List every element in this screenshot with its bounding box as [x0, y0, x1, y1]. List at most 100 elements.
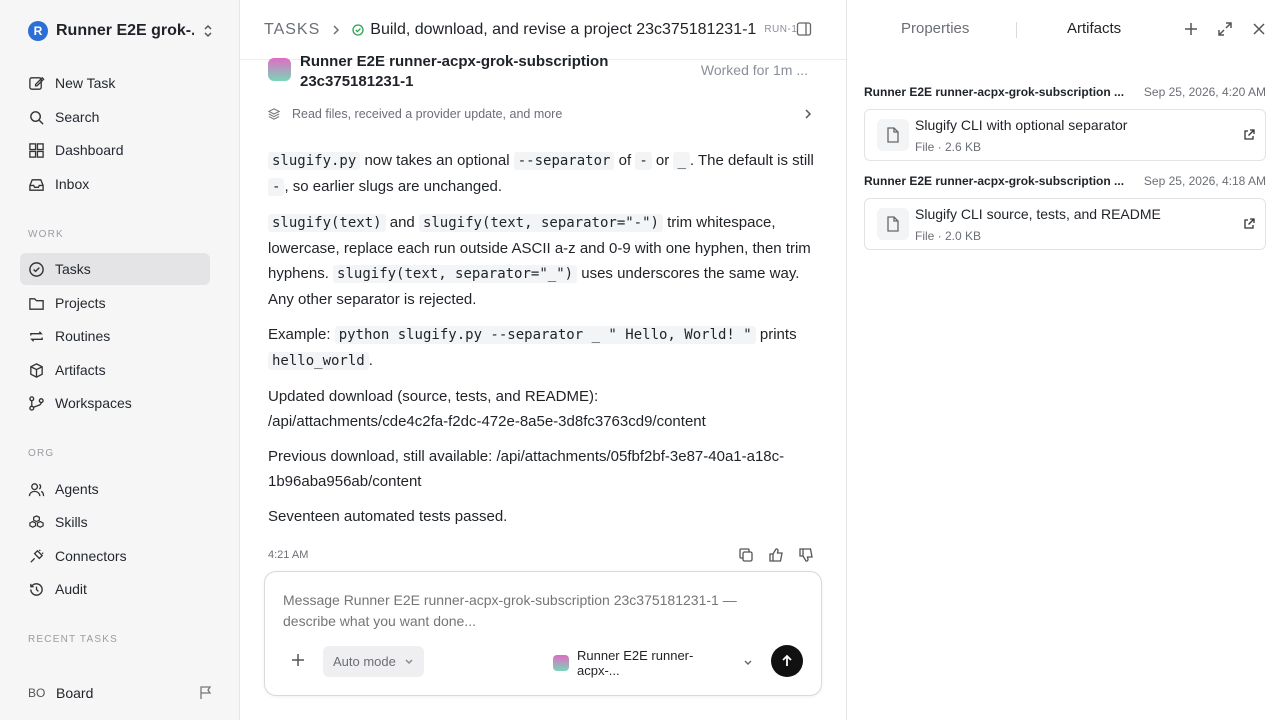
send-button[interactable] [771, 645, 803, 677]
message-paragraph: Previous download, still available: /api… [268, 448, 785, 490]
box-icon [30, 362, 43, 378]
artifact-date: Sep 25, 2026, 4:18 AM [1143, 174, 1266, 188]
inline-code: slugify.py [268, 152, 361, 170]
nav-tasks-label: Tasks [55, 261, 91, 277]
agent-select[interactable]: Runner E2E runner-acpx-... [553, 648, 753, 678]
nav-skills[interactable]: Skills [20, 506, 210, 538]
inbox-icon [29, 178, 44, 191]
thumbs-down-icon[interactable] [798, 547, 814, 563]
message-composer: Auto mode Runner E2E runner-acpx-... [264, 571, 822, 696]
mode-select[interactable]: Auto mode [323, 646, 424, 677]
close-icon[interactable] [1251, 21, 1267, 37]
file-icon [877, 119, 909, 151]
board-footer[interactable]: BO Board [28, 681, 214, 705]
text: . [368, 352, 373, 369]
text: Example: [268, 326, 335, 343]
file-icon [877, 208, 909, 240]
nav-audit[interactable]: Audit [20, 573, 210, 605]
section-work-label: WORK [28, 229, 64, 240]
edit-icon [29, 76, 45, 90]
worked-for-label[interactable]: Worked for 1m ... [701, 62, 808, 78]
nav-search[interactable]: Search [20, 101, 210, 133]
inline-code: _ [673, 152, 690, 170]
nav-workspaces-label: Workspaces [55, 395, 132, 411]
plus-icon[interactable] [291, 653, 305, 667]
artifact-title: Slugify CLI source, tests, and README [915, 206, 1161, 222]
artifact-card[interactable]: Slugify CLI with optional separator File… [864, 109, 1266, 161]
nav-routines-label: Routines [55, 328, 111, 344]
board-avatar: BO [28, 686, 46, 700]
text: Updated download (source, tests, and REA… [268, 388, 599, 405]
breadcrumb-tasks[interactable]: TASKS [264, 21, 320, 39]
right-panel: Properties Artifacts Runner E2E runner-a… [846, 0, 1280, 720]
external-link-icon[interactable] [1243, 218, 1255, 230]
copy-icon[interactable] [738, 547, 754, 563]
users-icon [28, 482, 45, 496]
nav-projects-label: Projects [55, 295, 106, 311]
layers-icon [268, 108, 280, 120]
message-body: slugify.py now takes an optional --separ… [268, 148, 814, 539]
nav-projects[interactable]: Projects [20, 287, 210, 319]
inline-code: slugify(text, separator="_") [333, 265, 578, 283]
text: now takes an optional [360, 152, 514, 169]
artifact-group: Runner E2E runner-acpx-grok-subscription… [864, 172, 1266, 250]
nav-dashboard-label: Dashboard [55, 142, 124, 158]
activity-summary[interactable]: Read files, received a provider update, … [268, 104, 812, 124]
text: . The default is still [689, 152, 814, 169]
agent-avatar [268, 58, 291, 81]
tab-artifacts[interactable]: Artifacts [1067, 20, 1121, 37]
expand-icon[interactable] [1217, 21, 1233, 37]
nav-dashboard[interactable]: Dashboard [20, 134, 210, 166]
workspace-name: Runner E2E grok-... [56, 22, 194, 39]
agent-name: Runner E2E runner-acpx-grok-subscription… [300, 53, 609, 90]
mode-select-label: Auto mode [333, 654, 396, 669]
nav-search-label: Search [55, 109, 100, 125]
inline-code: --separator [513, 152, 615, 170]
nav-tasks[interactable]: Tasks [20, 253, 210, 285]
text: , so earlier slugs are unchanged. [284, 178, 503, 195]
activity-summary-text: Read files, received a provider update, … [292, 107, 563, 121]
external-link-icon[interactable] [1243, 129, 1255, 141]
nav-new-task[interactable]: New Task [20, 67, 210, 99]
inline-code: slugify(text) [268, 214, 386, 232]
nav-artifacts[interactable]: Artifacts [20, 354, 210, 386]
chevron-down-icon [744, 660, 752, 665]
check-circle-icon [29, 261, 44, 277]
agent-avatar [553, 655, 569, 671]
tab-properties[interactable]: Properties [901, 20, 969, 37]
nav-audit-label: Audit [55, 581, 87, 597]
artifact-group: Runner E2E runner-acpx-grok-subscription… [864, 83, 1266, 161]
tab-divider [1016, 22, 1017, 38]
panel-toggle-icon[interactable] [796, 21, 812, 37]
workspace-logo: R [28, 21, 48, 41]
task-main: TASKS Build, download, and revise a proj… [240, 0, 846, 720]
section-org-label: ORG [28, 448, 55, 459]
boxes-icon [29, 514, 44, 528]
nav-skills-label: Skills [55, 514, 88, 530]
message-paragraph: Updated download (source, tests, and REA… [268, 384, 814, 434]
artifact-card[interactable]: Slugify CLI source, tests, and README Fi… [864, 198, 1266, 250]
nav-connectors-label: Connectors [55, 548, 127, 564]
nav-routines[interactable]: Routines [20, 320, 210, 352]
text: and [385, 214, 419, 231]
nav-agents[interactable]: Agents [20, 473, 210, 505]
attachment-link[interactable]: /api/attachments/cde4c2fa-f2dc-472e-8a5e… [268, 413, 706, 430]
inline-code: python slugify.py --separator _ " Hello,… [334, 326, 756, 344]
nav-connectors[interactable]: Connectors [20, 540, 210, 572]
thumbs-up-icon[interactable] [768, 547, 784, 563]
message-input[interactable] [283, 590, 783, 632]
plus-icon[interactable] [1183, 21, 1199, 37]
inline-code: slugify(text, separator="-") [418, 214, 663, 232]
message-paragraph: Example: python slugify.py --separator _… [268, 322, 814, 374]
flag-icon[interactable] [198, 685, 214, 701]
nav-workspaces[interactable]: Workspaces [20, 387, 210, 419]
message-timestamp: 4:21 AM [268, 549, 309, 561]
board-label: Board [56, 685, 94, 701]
artifact-meta: File · 2.6 KB [915, 140, 982, 154]
nav-inbox-label: Inbox [55, 176, 90, 192]
workspace-switcher[interactable]: R Runner E2E grok-... [28, 20, 214, 42]
artifact-owner: Runner E2E runner-acpx-grok-subscription… [864, 174, 1125, 188]
history-icon [30, 582, 43, 596]
search-icon [30, 110, 44, 125]
nav-inbox[interactable]: Inbox [20, 168, 210, 200]
